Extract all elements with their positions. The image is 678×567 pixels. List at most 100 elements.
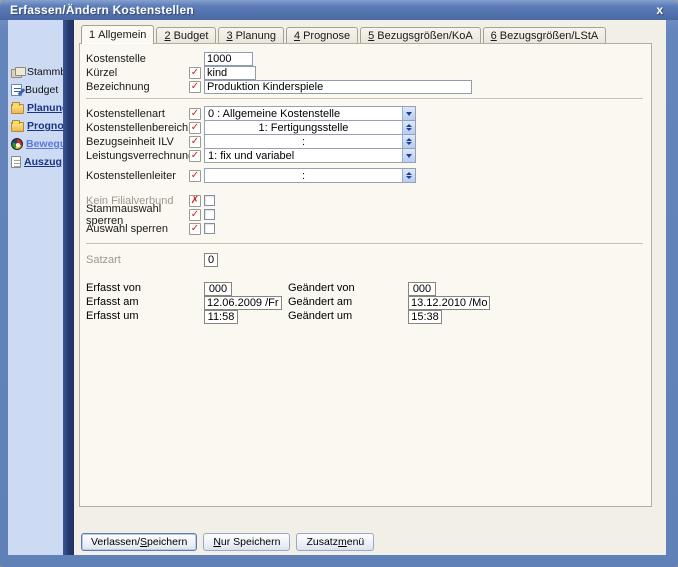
bezugseinheit-ilv-dropdown[interactable]: : [204,134,416,149]
tab-bezugsgroessen-lsta[interactable]: 6 Bezugsgrößen/LStA [483,27,607,43]
tab-label: Budget [174,30,209,42]
tab-number: 3 [226,30,232,42]
field-label: Erfasst von [86,282,204,294]
check-mark-icon[interactable]: ✓ [189,136,201,148]
kostenstellenbereich-dropdown[interactable]: 1: Fertigungsstelle [204,120,416,135]
x-mark-icon[interactable]: ✗ [189,195,201,207]
chevron-down-icon[interactable] [402,149,415,162]
sidebar-item-planung[interactable]: Planung [11,102,63,114]
sidebar-divider-strip [63,20,74,555]
button-label: Zusatz [306,536,338,548]
sidebar-item-stammblatt[interactable]: Stammblatt [11,66,63,78]
field-label: Kürzel [86,67,189,79]
field-label: Geändert von [288,282,408,294]
tab-planung[interactable]: 3 Planung [218,27,284,43]
cards-icon [11,67,24,77]
spinner-icon[interactable] [402,169,415,182]
tab-label: Allgemein [98,29,146,41]
field-row-kuerzel: Kürzel ✓ kind [86,66,645,79]
kein-filialverbund-checkbox[interactable] [204,195,215,206]
geaendert-um-value: 15:38 [408,310,442,324]
check-mark-icon[interactable]: ✓ [189,209,201,221]
erfasst-um-value: 11:58 [204,310,238,324]
close-icon[interactable]: x [653,3,666,17]
check-mark-icon[interactable]: ✓ [189,150,201,162]
field-row-kostenstelle: Kostenstelle 1000 [86,52,645,65]
field-label: Leistungsverrechnung [86,150,189,162]
separator [86,243,643,245]
check-mark-icon[interactable]: ✓ [189,108,201,120]
field-label: Erfasst um [86,310,204,322]
check-mark-icon[interactable]: ✓ [189,67,201,79]
field-label: Bezeichnung [86,81,189,93]
folder-icon [11,122,24,132]
field-label: Kostenstellenleiter [86,170,189,182]
field-label: Kostenstellenart [86,108,189,120]
tab-number: 4 [294,30,300,42]
dropdown-value: 1: Fertigungsstelle [205,121,402,134]
kostenstelle-input[interactable]: 1000 [204,52,253,66]
spinner-icon[interactable] [402,135,415,148]
verlassen-speichern-button[interactable]: Verlassen/Speichern [81,533,197,551]
dropdown-value: 0 : Allgemeine Kostenstelle [205,107,402,120]
pie-circle-icon [11,138,23,150]
page-pencil-icon [11,84,22,96]
spinner-icon[interactable] [402,121,415,134]
window-title: Erfassen/Ändern Kostenstellen [10,3,653,17]
tab-budget[interactable]: 2 Budget [156,27,216,43]
app-window: Erfassen/Ändern Kostenstellen x Stammbla… [0,0,678,567]
document-icon [11,156,21,168]
field-row-auswahl-sperren: Auswahl sperren ✓ [86,222,645,235]
field-label: Bezugseinheit ILV [86,136,189,148]
check-mark-icon[interactable]: ✓ [189,170,201,182]
tab-number: 2 [164,30,170,42]
content-area: 1 Allgemein 2 Budget 3 Planung 4 Prognos… [74,20,666,555]
field-row-erfasst-um: Erfasst um 11:58 Geändert um 15:38 [86,307,645,320]
sidebar-item-prognose[interactable]: Prognose [11,120,63,132]
field-row-erfasst-von: Erfasst von 000 Geändert von 000 [86,279,645,292]
field-row-kostenstellenbereich: Kostenstellenbereich ✓ 1: Fertigungsstel… [86,121,645,134]
sidebar-item-bewegung[interactable]: Bewegung [11,138,63,150]
window-body: Stammblatt Budget Planung Prognose Beweg… [8,20,666,555]
check-mark-icon[interactable]: ✓ [189,122,201,134]
folder-icon [11,104,24,114]
sidebar: Stammblatt Budget Planung Prognose Beweg… [8,20,63,555]
zusatzmenu-button[interactable]: Zusatzmenü [296,533,374,551]
sidebar-item-budget[interactable]: Budget [11,84,63,96]
field-label: Satzart [86,254,189,266]
field-row-stammauswahl-sperren: Stammauswahl sperren ✓ [86,208,645,221]
auswahl-sperren-checkbox[interactable] [204,223,215,234]
kostenstellenart-dropdown[interactable]: 0 : Allgemeine Kostenstelle [204,106,416,121]
dropdown-value: 1: fix und variabel [205,149,402,162]
separator [86,98,643,100]
leistungsverrechnung-dropdown[interactable]: 1: fix und variabel [204,148,416,163]
tab-prognose[interactable]: 4 Prognose [286,27,358,43]
kuerzel-input[interactable]: kind [204,66,256,80]
tab-allgemein[interactable]: 1 Allgemein [81,25,154,44]
chevron-down-icon[interactable] [402,107,415,120]
field-label: Geändert am [288,296,408,308]
field-label: Kostenstelle [86,53,189,65]
tab-page-allgemein: Kostenstelle 1000 Kürzel ✓ kind Bezeichn… [79,43,652,507]
title-bar: Erfassen/Ändern Kostenstellen x [0,0,678,20]
field-row-satzart: Satzart 0 [86,253,645,266]
field-row-bezeichnung: Bezeichnung ✓ Produktion Kinderspiele [86,80,645,93]
field-label: Geändert um [288,310,408,322]
tab-bezugsgroessen-koa[interactable]: 5 Bezugsgrößen/KoA [360,27,481,43]
dropdown-value: : [205,169,402,182]
satzart-value: 0 [204,253,218,267]
kostenstellenleiter-dropdown[interactable]: : [204,168,416,183]
bezeichnung-input[interactable]: Produktion Kinderspiele [204,80,472,94]
sidebar-item-label: Budget [25,84,58,96]
nur-speichern-button[interactable]: Nur Speichern [203,533,290,551]
field-label: Kostenstellenbereich [86,122,189,134]
check-mark-icon[interactable]: ✓ [189,223,201,235]
sidebar-item-label: Auszug [24,156,62,168]
tab-strip: 1 Allgemein 2 Budget 3 Planung 4 Prognos… [79,25,652,43]
check-mark-icon[interactable]: ✓ [189,81,201,93]
sidebar-item-auszug[interactable]: Auszug [11,156,63,168]
field-row-bezugseinheit-ilv: Bezugseinheit ILV ✓ : [86,135,645,148]
dropdown-value: : [205,135,402,148]
tab-number: 6 [491,30,497,42]
stammauswahl-sperren-checkbox[interactable] [204,209,215,220]
